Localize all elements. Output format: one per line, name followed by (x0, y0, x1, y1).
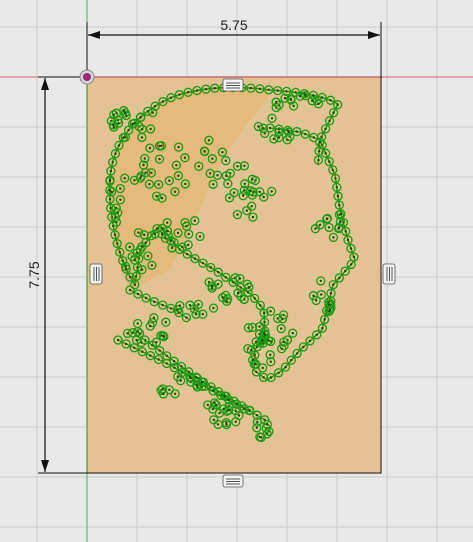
dimension-arrow-bottom-icon (41, 460, 49, 472)
vertical-constraint-icon[interactable] (382, 263, 396, 285)
dimension-arrow-right-icon (368, 31, 380, 39)
horizontal-constraint-icon[interactable] (222, 78, 244, 92)
width-dimension-value[interactable]: 5.75 (220, 17, 247, 33)
dimension-arrow-top-icon (41, 78, 49, 90)
vertical-dimension[interactable]: 7.75 (26, 76, 88, 474)
origin-point-icon[interactable] (79, 69, 95, 85)
vertical-constraint-icon[interactable] (89, 263, 103, 285)
dimension-arrow-left-icon (88, 31, 100, 39)
sketch-canvas[interactable]: 5.75 7.75 (0, 0, 473, 542)
height-dimension-value[interactable]: 7.75 (26, 261, 42, 288)
horizontal-constraint-icon[interactable] (222, 474, 244, 488)
